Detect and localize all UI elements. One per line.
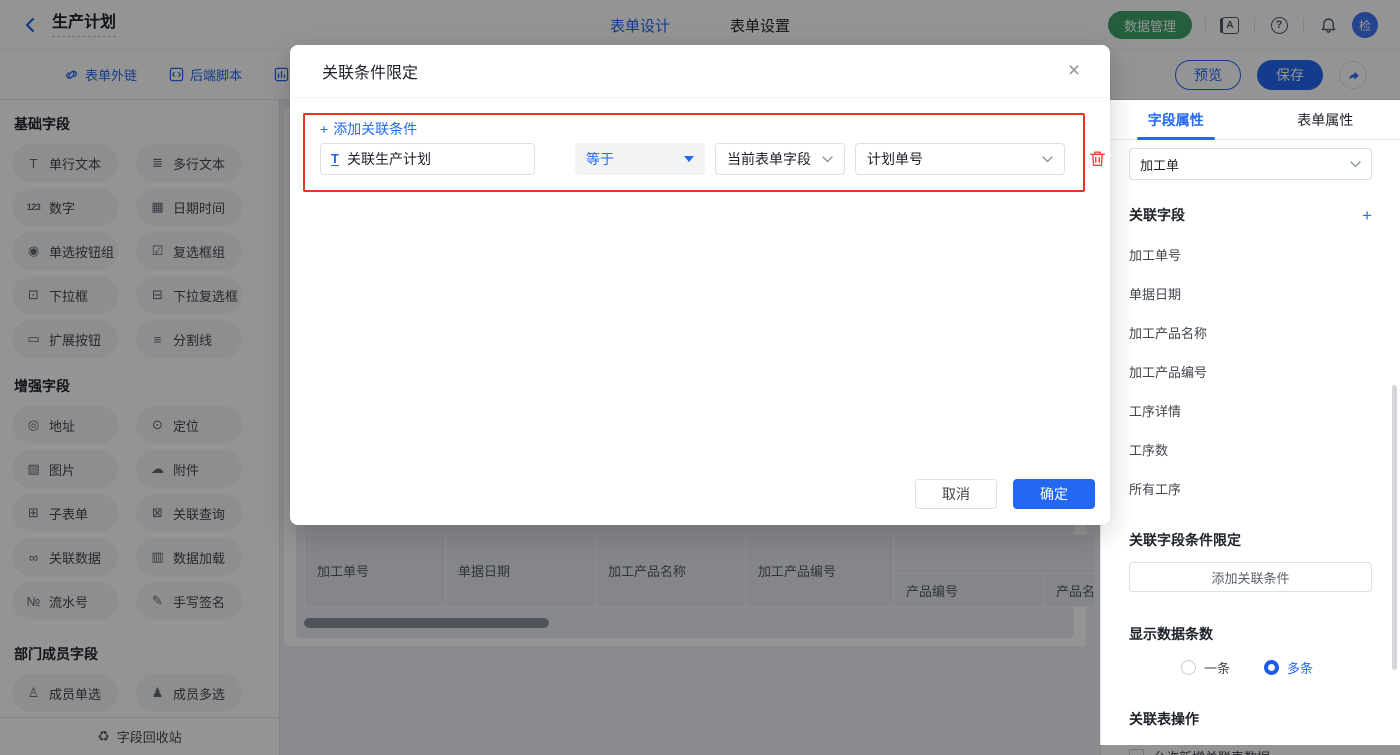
related-field-item[interactable]: 工序数 xyxy=(1129,440,1372,459)
display-count-options: 一条 多条 xyxy=(1129,658,1372,677)
modal-overlay xyxy=(1100,745,1400,755)
radio-checked-icon xyxy=(1264,660,1280,675)
related-field-item[interactable]: 加工产品名称 xyxy=(1129,323,1372,342)
panel-scrollbar[interactable] xyxy=(1392,385,1397,670)
chevron-down-icon xyxy=(1042,155,1053,162)
dialog-title: 关联条件限定 xyxy=(322,65,419,82)
related-field-item[interactable]: 加工单号 xyxy=(1129,245,1372,264)
condition-limit-dialog: 关联条件限定 × + 添加关联条件 T 关联生产计划 等于 当前表单字段 计划单… xyxy=(290,45,1110,525)
source-select[interactable]: 当前表单字段 xyxy=(715,143,845,175)
related-field-item[interactable]: 单据日期 xyxy=(1129,284,1372,303)
caret-down-icon xyxy=(684,156,694,162)
related-field-item[interactable]: 所有工序 xyxy=(1129,479,1372,498)
close-icon[interactable]: × xyxy=(1062,59,1086,83)
cancel-button[interactable]: 取消 xyxy=(915,479,997,509)
table-ops-title: 关联表操作 xyxy=(1129,711,1199,727)
tab-field-properties[interactable]: 字段属性 xyxy=(1101,100,1251,139)
trash-icon xyxy=(1089,151,1106,167)
panel-body: 加工单 关联字段 + 加工单号 单据日期 加工产品名称 加工产品编号 工序详情 … xyxy=(1101,148,1400,755)
dialog-footer: 取消 确定 xyxy=(290,479,1110,509)
condition-field-input[interactable]: T 关联生产计划 xyxy=(320,143,535,175)
related-field-item[interactable]: 工序详情 xyxy=(1129,401,1372,420)
confirm-button[interactable]: 确定 xyxy=(1013,479,1095,509)
panel-tabs: 字段属性 表单属性 xyxy=(1101,100,1400,140)
condition-section-title: 关联字段条件限定 xyxy=(1129,532,1241,548)
display-count-title: 显示数据条数 xyxy=(1129,626,1213,642)
add-field-plus-icon[interactable]: + xyxy=(1362,207,1372,224)
related-fields-title: 关联字段 xyxy=(1129,207,1185,223)
text-field-icon: T xyxy=(331,151,339,166)
chevron-down-icon xyxy=(1350,160,1361,167)
dialog-header: 关联条件限定 xyxy=(290,45,1110,98)
tab-form-properties[interactable]: 表单属性 xyxy=(1251,100,1400,139)
chevron-down-icon xyxy=(822,155,833,162)
form-designer-app: 生产计划 表单设计 表单设置 数据管理 A ? 检 表单外链 后端脚本 预览 保… xyxy=(0,0,1400,755)
add-condition-button[interactable]: 添加关联条件 xyxy=(1129,562,1372,592)
related-form-select[interactable]: 加工单 xyxy=(1129,148,1372,180)
plus-icon: + xyxy=(320,121,329,137)
operator-select[interactable]: 等于 xyxy=(575,143,705,175)
properties-panel: 字段属性 表单属性 加工单 关联字段 + 加工单号 单据日期 加工产品名称 加工… xyxy=(1100,100,1400,755)
radio-unchecked-icon xyxy=(1181,660,1196,675)
target-field-select[interactable]: 计划单号 xyxy=(855,143,1065,175)
related-fields-section: 关联字段 + xyxy=(1129,205,1372,225)
related-field-item[interactable]: 加工产品编号 xyxy=(1129,362,1372,381)
radio-option-single[interactable]: 一条 xyxy=(1181,658,1230,677)
delete-condition-button[interactable] xyxy=(1088,149,1108,169)
radio-option-multiple[interactable]: 多条 xyxy=(1264,658,1313,677)
add-condition-link[interactable]: + 添加关联条件 xyxy=(320,119,417,139)
